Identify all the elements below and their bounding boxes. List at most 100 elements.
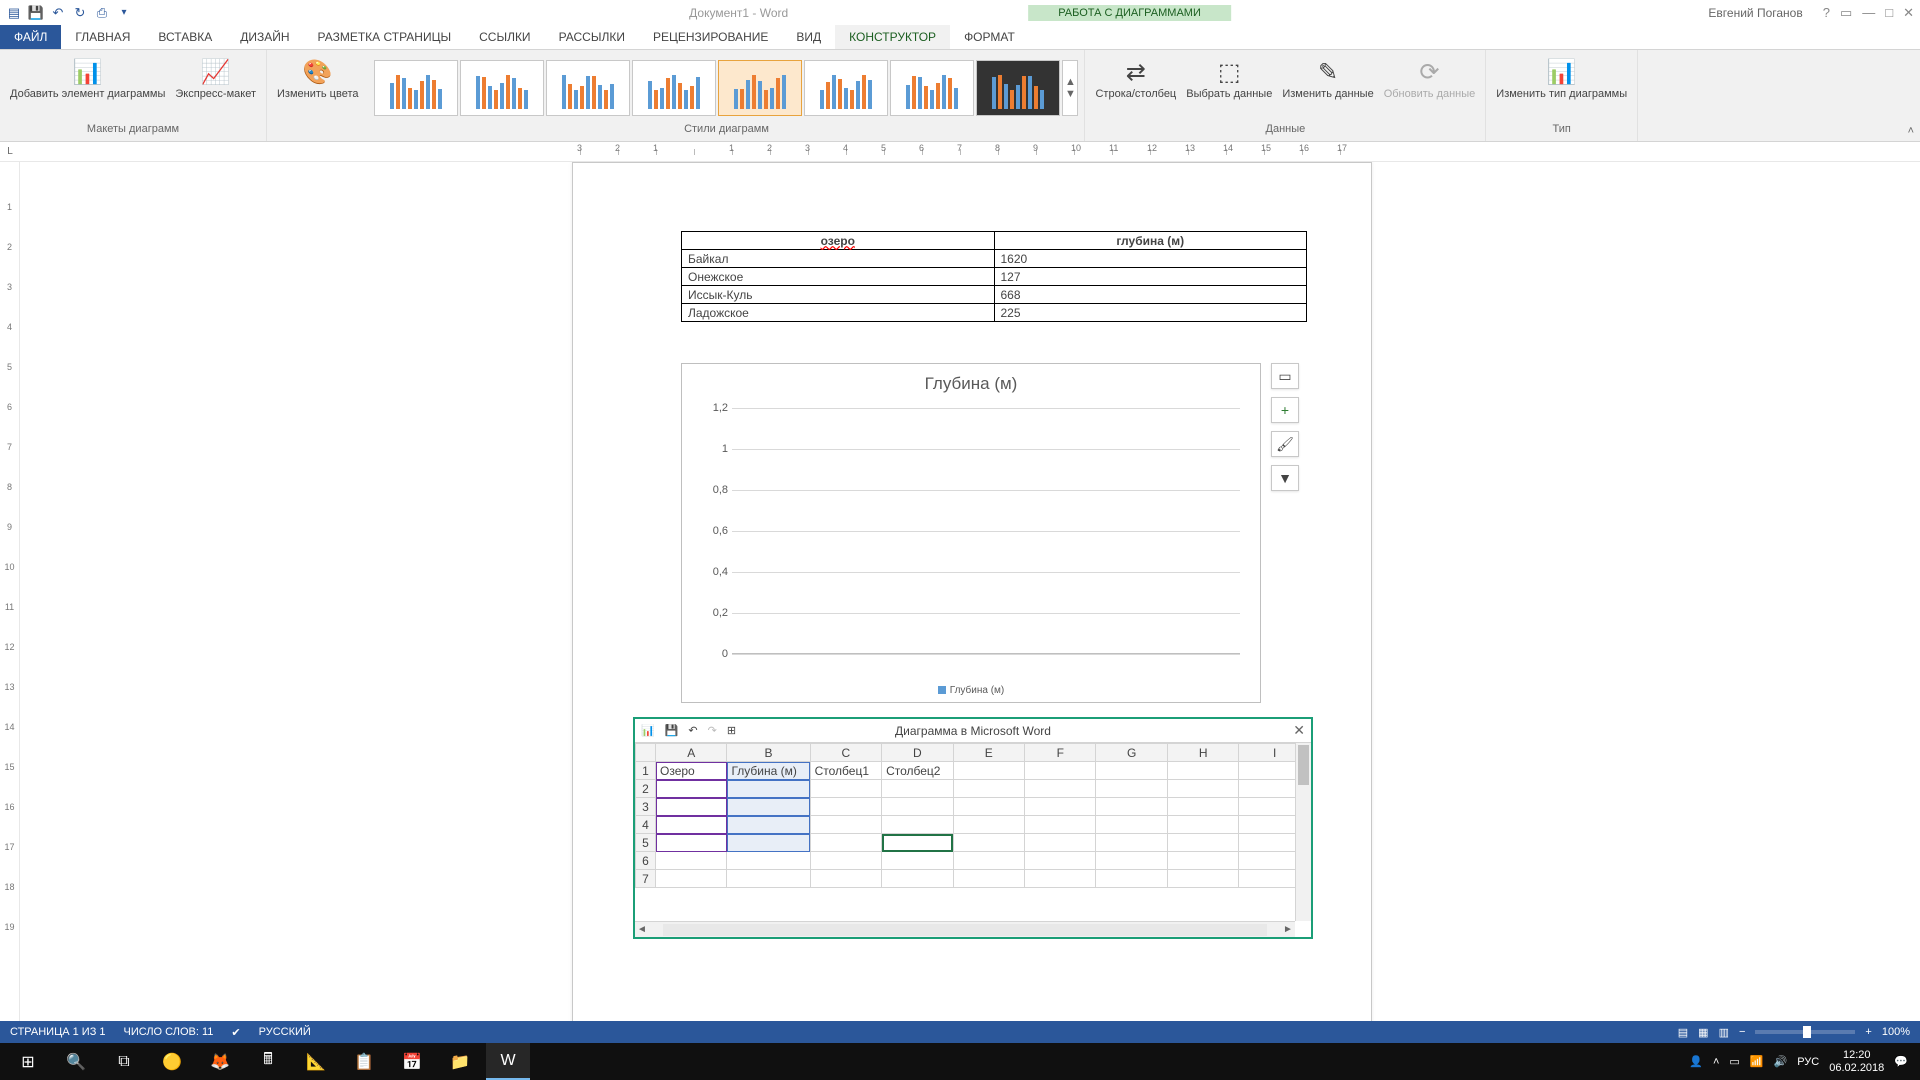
zoom-out-icon[interactable]: − (1739, 1026, 1745, 1038)
cell[interactable] (882, 780, 953, 798)
cell[interactable] (1025, 780, 1096, 798)
search-button[interactable]: 🔍 (54, 1043, 98, 1080)
cell[interactable] (953, 780, 1024, 798)
cell[interactable] (1096, 762, 1167, 780)
minimize-icon[interactable]: — (1862, 5, 1875, 20)
cell[interactable] (1096, 870, 1167, 888)
switch-row-column-button[interactable]: ⇄Строка/столбец (1091, 54, 1180, 102)
tab-review[interactable]: РЕЦЕНЗИРОВАНИЕ (639, 25, 782, 49)
cell[interactable] (656, 870, 727, 888)
cell[interactable] (810, 780, 881, 798)
cell[interactable] (1096, 780, 1167, 798)
calculator-icon[interactable]: 🖩 (246, 1043, 290, 1080)
tray-lang[interactable]: РУС (1797, 1056, 1819, 1068)
cell[interactable] (1096, 852, 1167, 870)
tray-notifications-icon[interactable]: 💬 (1894, 1055, 1908, 1068)
calendar-icon[interactable]: 📅 (390, 1043, 434, 1080)
cell[interactable] (727, 834, 810, 852)
cell[interactable] (882, 816, 953, 834)
help-icon[interactable]: ? (1823, 5, 1830, 20)
cell[interactable] (810, 816, 881, 834)
datasheet-chart-icon[interactable]: 📊 (641, 724, 655, 737)
cell[interactable] (656, 816, 727, 834)
yandex-browser-icon[interactable]: 🟡 (150, 1043, 194, 1080)
datasheet-open-excel-icon[interactable]: ⊞ (727, 724, 736, 737)
status-page[interactable]: СТРАНИЦА 1 ИЗ 1 (10, 1026, 106, 1038)
cell[interactable] (882, 798, 953, 816)
app-icon-1[interactable]: 📐 (294, 1043, 338, 1080)
cell[interactable] (656, 834, 727, 852)
cell[interactable] (1025, 834, 1096, 852)
gallery-more-button[interactable]: ▲▼ (1062, 60, 1078, 116)
col-header[interactable]: B (727, 744, 810, 762)
cell[interactable] (1025, 798, 1096, 816)
datasheet-scrollbar-v[interactable] (1295, 743, 1311, 921)
change-chart-type-button[interactable]: 📊Изменить тип диаграммы (1492, 54, 1631, 102)
collapse-ribbon-icon[interactable]: ˄ (1908, 125, 1914, 137)
change-colors-button[interactable]: 🎨Изменить цвета (273, 54, 362, 102)
cell[interactable] (953, 834, 1024, 852)
tab-refs[interactable]: ССЫЛКИ (465, 25, 544, 49)
close-icon[interactable]: ✕ (1903, 5, 1914, 21)
cell[interactable] (727, 870, 810, 888)
chart-style-thumb[interactable] (374, 60, 458, 116)
zoom-value[interactable]: 100% (1882, 1026, 1910, 1038)
chart-style-thumb[interactable] (632, 60, 716, 116)
col-header[interactable]: A (656, 744, 727, 762)
chart-style-thumb[interactable] (718, 60, 802, 116)
datasheet-grid[interactable]: ABCDEFGHI1ОзероГлубина (м)Столбец1Столбе… (635, 743, 1311, 888)
tray-volume-icon[interactable]: 🔊 (1774, 1055, 1788, 1068)
view-web-icon[interactable]: ▥ (1719, 1026, 1729, 1039)
cell[interactable] (810, 870, 881, 888)
cell[interactable] (1167, 798, 1238, 816)
tray-people-icon[interactable]: 👤 (1689, 1055, 1703, 1068)
chart-styles-gallery[interactable]: ▲▼ (374, 54, 1078, 121)
cell[interactable] (1025, 852, 1096, 870)
col-header[interactable]: D (882, 744, 953, 762)
select-all-cell[interactable] (636, 744, 656, 762)
row-header[interactable]: 5 (636, 834, 656, 852)
cell[interactable] (1096, 834, 1167, 852)
tab-layout[interactable]: РАЗМЕТКА СТРАНИЦЫ (304, 25, 466, 49)
tab-file[interactable]: ФАЙЛ (0, 25, 61, 49)
cell[interactable] (727, 798, 810, 816)
cell[interactable] (882, 852, 953, 870)
tray-clock[interactable]: 12:2006.02.2018 (1829, 1049, 1884, 1073)
cell[interactable] (1167, 762, 1238, 780)
row-header[interactable]: 7 (636, 870, 656, 888)
cell[interactable] (1025, 816, 1096, 834)
cell[interactable] (953, 852, 1024, 870)
cell[interactable] (810, 834, 881, 852)
cell[interactable] (810, 798, 881, 816)
cell[interactable] (882, 834, 953, 852)
row-header[interactable]: 2 (636, 780, 656, 798)
cell[interactable] (1167, 816, 1238, 834)
tray-up-icon[interactable]: ˄ (1713, 1056, 1719, 1068)
add-chart-element-button[interactable]: 📊Добавить элемент диаграммы (6, 54, 169, 102)
status-words[interactable]: ЧИСЛО СЛОВ: 11 (124, 1026, 214, 1038)
tab-format[interactable]: ФОРМАТ (950, 25, 1029, 49)
row-header[interactable]: 4 (636, 816, 656, 834)
cell[interactable] (656, 852, 727, 870)
quick-layout-button[interactable]: 📈Экспресс-макет (171, 54, 260, 102)
status-language[interactable]: РУССКИЙ (259, 1026, 311, 1038)
chart-filters-button[interactable]: ▼ (1271, 465, 1299, 491)
datasheet-close-icon[interactable]: ✕ (1293, 722, 1305, 739)
col-header[interactable]: E (953, 744, 1024, 762)
chart-object[interactable]: Глубина (м) 00,20,40,60,811,2 Глубина (м… (681, 363, 1261, 703)
cell[interactable] (1167, 834, 1238, 852)
cell[interactable] (1096, 816, 1167, 834)
cell[interactable] (1167, 852, 1238, 870)
ribbon-display-icon[interactable]: ▭ (1840, 5, 1852, 21)
cell[interactable] (727, 816, 810, 834)
cell[interactable]: Столбец2 (882, 762, 953, 780)
cell[interactable]: Озеро (656, 762, 727, 780)
cell[interactable] (656, 798, 727, 816)
cell[interactable] (953, 816, 1024, 834)
cell[interactable] (656, 780, 727, 798)
vertical-ruler[interactable]: 12345678910111213141516171819 (0, 162, 20, 1048)
print-icon[interactable]: ⎙ (94, 5, 110, 21)
row-header[interactable]: 6 (636, 852, 656, 870)
explorer-icon[interactable]: 📁 (438, 1043, 482, 1080)
cell[interactable] (953, 798, 1024, 816)
